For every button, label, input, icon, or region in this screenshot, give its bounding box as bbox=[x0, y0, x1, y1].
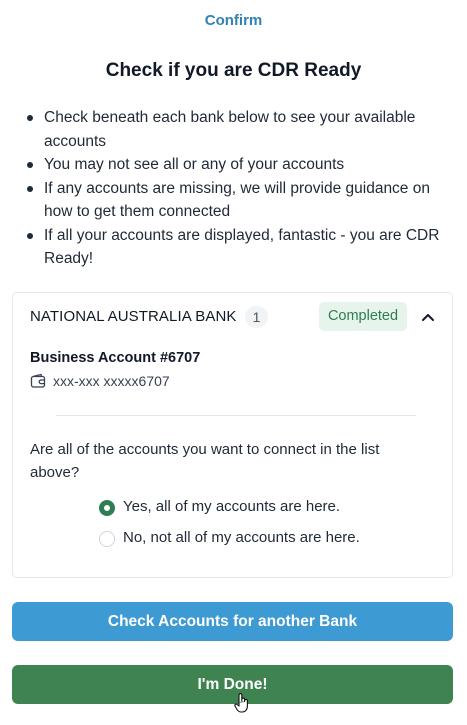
done-button[interactable]: I'm Done! bbox=[12, 665, 453, 704]
divider bbox=[56, 415, 416, 416]
radio-unchecked-icon[interactable] bbox=[99, 531, 115, 547]
wallet-icon bbox=[30, 373, 47, 389]
account-count-badge: 1 bbox=[245, 306, 268, 328]
account-name: Business Account #6707 bbox=[30, 350, 201, 366]
accounts-question: Are all of the accounts you want to conn… bbox=[30, 441, 380, 481]
instruction-item: You may not see all or any of your accou… bbox=[27, 153, 444, 177]
chevron-up-icon[interactable] bbox=[417, 307, 439, 327]
hand-pointer-icon bbox=[234, 692, 250, 714]
bank-name: NATIONAL AUSTRALIA BANK bbox=[30, 308, 237, 325]
check-another-bank-button[interactable]: Check Accounts for another Bank bbox=[12, 602, 453, 641]
radio-label: Yes, all of my accounts are here. bbox=[123, 498, 341, 515]
page-title: Check if you are CDR Ready bbox=[105, 60, 362, 81]
instruction-item: Check beneath each bank below to see you… bbox=[27, 106, 444, 153]
instruction-item: If all your accounts are displayed, fant… bbox=[27, 224, 444, 271]
instruction-item: If any accounts are missing, we will pro… bbox=[27, 177, 444, 224]
radio-label: No, not all of my accounts are here. bbox=[123, 529, 360, 546]
confirm-link[interactable]: Confirm bbox=[0, 12, 467, 29]
bank-card-header[interactable]: NATIONAL AUSTRALIA BANK 1 Completed bbox=[13, 293, 452, 341]
bank-card: NATIONAL AUSTRALIA BANK 1 Completed Busi… bbox=[12, 292, 453, 578]
radio-checked-icon[interactable] bbox=[99, 500, 115, 516]
instructions-list: Check beneath each bank below to see you… bbox=[27, 106, 444, 271]
status-badge: Completed bbox=[319, 302, 407, 331]
account-number: xxx-xxx xxxxx6707 bbox=[53, 373, 170, 389]
